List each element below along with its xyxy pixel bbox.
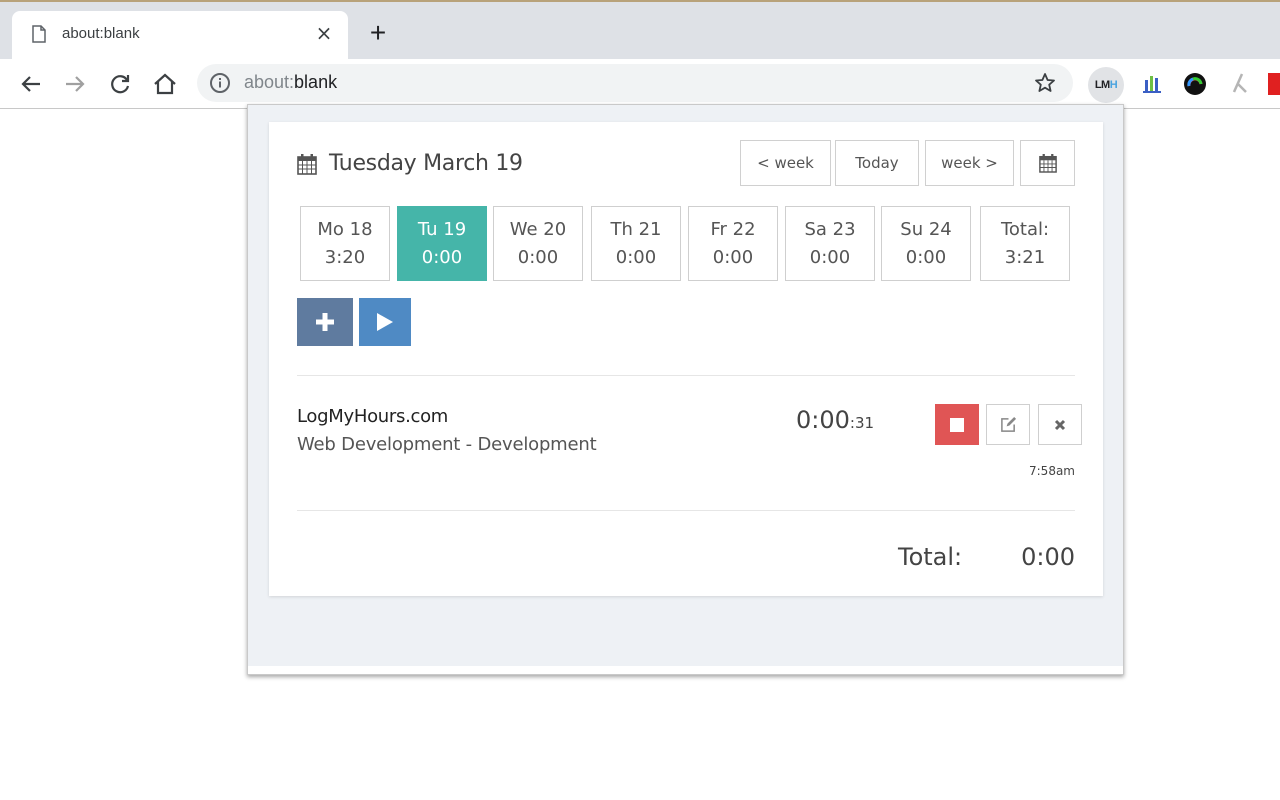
red-extension-icon (1268, 73, 1280, 95)
entry-timer: 0:00:31 (796, 406, 874, 434)
edit-icon (1000, 416, 1016, 432)
reload-icon (111, 75, 130, 94)
timer-seconds: :31 (849, 414, 875, 432)
entry-project-name: Web Development - Development (297, 434, 597, 455)
plus-icon (316, 313, 334, 331)
bookmark-star-icon[interactable] (1033, 71, 1057, 95)
day-sunday[interactable]: Su 24 0:00 (881, 206, 971, 281)
play-icon (377, 313, 393, 331)
url-scheme: about: (244, 72, 295, 92)
week-total-hours: 3:21 (1004, 247, 1046, 268)
browser-tab[interactable]: about:blank × (12, 11, 348, 59)
week-total: Total: 3:21 (980, 206, 1070, 281)
date-header: Tuesday March 19 (297, 151, 523, 176)
next-week-button[interactable]: week > (925, 140, 1014, 186)
day-hours: 0:00 (712, 247, 754, 268)
day-monday[interactable]: Mo 18 3:20 (300, 206, 390, 281)
browser-toolbar: about:blank LMH (0, 59, 1280, 109)
day-total-value: 0:00 (1021, 543, 1075, 571)
day-hours: 3:20 (324, 247, 366, 268)
today-button[interactable]: Today (835, 140, 919, 186)
day-hours: 0:00 (421, 247, 463, 268)
tab-title: about:blank (62, 25, 140, 42)
back-button[interactable] (16, 69, 46, 99)
color-extension-button[interactable] (1179, 68, 1211, 100)
delete-entry-button[interactable] (1038, 404, 1082, 445)
logmyhours-extension-button[interactable]: LMH (1088, 67, 1124, 103)
previous-week-button[interactable]: < week (740, 140, 831, 186)
day-hours: 0:00 (809, 247, 851, 268)
new-tab-button[interactable]: + (364, 19, 392, 47)
entry-start-time: 7:58am (1029, 464, 1075, 478)
day-label: Tu 19 (417, 219, 467, 240)
stop-icon (950, 417, 964, 432)
day-saturday[interactable]: Sa 23 0:00 (785, 206, 875, 281)
home-icon (154, 73, 176, 95)
day-friday[interactable]: Fr 22 0:00 (688, 206, 778, 281)
url-path: blank (294, 72, 338, 92)
day-label: We 20 (509, 219, 567, 240)
timesheet-card: Tuesday March 19 < week Today week > Mo … (269, 122, 1103, 596)
tool-extension-button[interactable] (1224, 68, 1256, 100)
day-label: Sa 23 (804, 219, 856, 240)
day-label: Su 24 (900, 219, 952, 240)
add-entry-button[interactable] (297, 298, 353, 346)
day-hours: 0:00 (517, 247, 559, 268)
day-label: Mo 18 (317, 219, 373, 240)
tab-strip: about:blank × + (0, 2, 1280, 59)
red-extension-button[interactable] (1268, 68, 1280, 100)
divider (297, 510, 1075, 511)
home-button[interactable] (150, 69, 180, 99)
analytics-extension-button[interactable] (1137, 68, 1169, 100)
day-total-label: Total: (898, 543, 963, 571)
info-icon[interactable] (209, 72, 231, 94)
divider (297, 375, 1075, 376)
page-icon (32, 25, 46, 43)
current-date-title: Tuesday March 19 (329, 151, 523, 176)
entry-client-name: LogMyHours.com (297, 406, 449, 427)
day-label: Th 21 (610, 219, 662, 240)
tool-extension-icon (1232, 73, 1247, 93)
day-hours: 0:00 (905, 247, 947, 268)
close-icon (1054, 419, 1066, 430)
start-timer-button[interactable] (359, 298, 411, 346)
address-bar[interactable]: about:blank (197, 64, 1073, 102)
calendar-icon (1038, 154, 1057, 173)
back-arrow-icon (21, 76, 40, 92)
day-hours: 0:00 (615, 247, 657, 268)
forward-button[interactable] (60, 69, 90, 99)
extension-popup: Tuesday March 19 < week Today week > Mo … (247, 104, 1124, 675)
day-thursday[interactable]: Th 21 0:00 (591, 206, 681, 281)
stop-timer-button[interactable] (935, 404, 979, 445)
timer-main: 0:00 (796, 406, 850, 434)
popup-footer (248, 666, 1123, 674)
date-picker-button[interactable] (1020, 140, 1075, 186)
forward-arrow-icon (66, 76, 85, 92)
day-label: Fr 22 (710, 219, 756, 240)
week-total-label: Total: (1000, 219, 1050, 240)
reload-button[interactable] (105, 69, 135, 99)
calendar-icon (297, 153, 317, 175)
edit-entry-button[interactable] (986, 404, 1030, 445)
bar-chart-extension-icon (1143, 76, 1161, 93)
url-text[interactable]: about:blank (244, 72, 337, 93)
color-wheel-extension-icon (1184, 73, 1206, 95)
tab-close-icon[interactable]: × (312, 21, 336, 45)
day-wednesday[interactable]: We 20 0:00 (493, 206, 583, 281)
day-tuesday[interactable]: Tu 19 0:00 (397, 206, 487, 281)
